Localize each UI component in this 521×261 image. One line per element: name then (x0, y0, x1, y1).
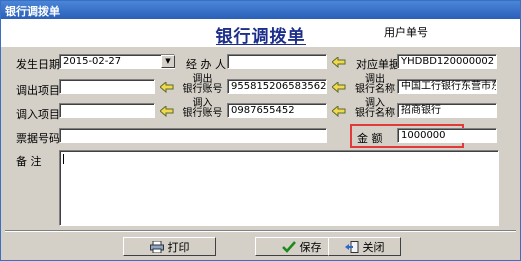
in-item-field[interactable] (59, 103, 155, 118)
out-item-label: 调出项目 (16, 84, 60, 97)
checkmark-icon (281, 240, 296, 253)
date-dropdown-button[interactable]: ▼ (161, 55, 175, 68)
in-account-label: 调入 银行账号 (182, 98, 223, 119)
printer-icon (149, 240, 164, 253)
in-item-label: 调入项目 (16, 108, 60, 121)
text-caret (63, 154, 64, 164)
voucher-field[interactable]: YHDBD120000002 (397, 54, 497, 69)
amount-label: 金 额 (357, 132, 383, 145)
amount-field[interactable]: 1000000 (397, 128, 497, 143)
in-account-field[interactable]: 0987655452 (227, 103, 327, 118)
save-button-label: 保存 (299, 240, 322, 254)
voucher-label: 对应单据 (356, 58, 400, 71)
title-bar[interactable]: 银行调拨单 (1, 1, 520, 19)
remark-textarea[interactable] (59, 150, 499, 226)
ticket-label: 票据号码 (16, 132, 60, 145)
date-label: 发生日期 (16, 58, 60, 71)
print-button-label: 打印 (167, 240, 190, 254)
out-item-field[interactable] (59, 79, 155, 94)
out-bank-field[interactable]: 中国工行银行东营市东城 (397, 79, 497, 94)
in-bank-field[interactable]: 招商银行 (397, 103, 497, 118)
out-item-picker-icon[interactable] (160, 82, 174, 93)
out-account-label: 调出 银行账号 (182, 74, 223, 95)
title-underline (216, 44, 306, 45)
window-title: 银行调拨单 (5, 5, 60, 18)
in-bank-label: 调入 银行名称 (355, 98, 395, 119)
close-button[interactable]: 关闭 (328, 237, 401, 256)
dialog-window: 银行调拨单 银行调拨单 用户单号 发生日期 2015-02-27 ▼ 经 办 人… (0, 0, 521, 261)
ticket-field[interactable] (59, 128, 327, 143)
in-account-picker-icon[interactable] (332, 106, 346, 117)
handler-field[interactable] (227, 54, 327, 69)
button-separator (5, 230, 516, 232)
out-bank-label: 调出 银行名称 (355, 74, 395, 95)
print-button[interactable]: 打印 (123, 237, 216, 256)
out-account-picker-icon[interactable] (332, 82, 346, 93)
remark-label: 备 注 (16, 155, 42, 168)
close-button-label: 关闭 (362, 240, 385, 254)
out-account-field[interactable]: 95581520658356221 (227, 79, 327, 94)
in-item-picker-icon[interactable] (160, 106, 174, 117)
user-number-label: 用户单号 (384, 26, 428, 39)
door-exit-icon (344, 240, 358, 253)
form-header: 银行调拨单 用户单号 (1, 19, 520, 47)
handler-label: 经 办 人 (186, 58, 226, 71)
date-field[interactable]: 2015-02-27 (59, 54, 175, 69)
handler-picker-icon[interactable] (332, 57, 346, 68)
